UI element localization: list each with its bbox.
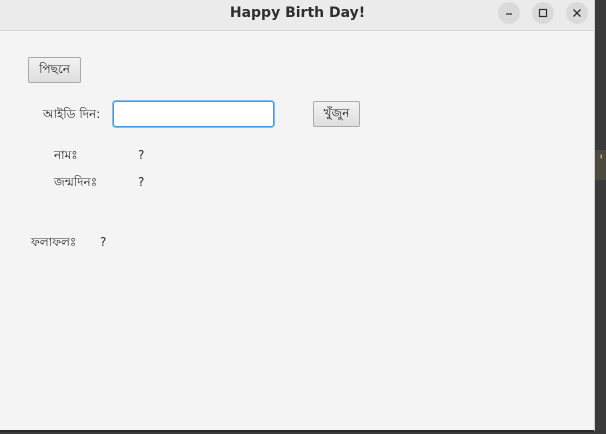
- name-value: ?: [138, 148, 145, 162]
- result-label: ফলাফলঃ: [31, 235, 77, 249]
- result-value: ?: [100, 235, 107, 249]
- id-label: আইডি দিন:: [43, 107, 101, 121]
- close-icon: [573, 9, 581, 17]
- maximize-icon: [538, 8, 548, 18]
- background-window-glyph: 'F: [597, 153, 606, 169]
- birthday-value: ?: [138, 175, 145, 189]
- name-label: নামঃ: [54, 148, 78, 162]
- back-button[interactable]: পিছনে: [28, 57, 81, 83]
- search-button[interactable]: খুঁজুন: [313, 101, 360, 127]
- minimize-icon: [506, 13, 512, 15]
- title-bar[interactable]: Happy Birth Day!: [0, 0, 594, 31]
- app-window: Happy Birth Day! পিছনে আইডি দিন: খুঁজুন …: [0, 0, 595, 432]
- minimize-button[interactable]: [498, 2, 520, 24]
- maximize-button[interactable]: [532, 2, 554, 24]
- id-input[interactable]: [113, 101, 274, 127]
- close-button[interactable]: [566, 2, 588, 24]
- birthday-label: জন্মদিনঃ: [54, 175, 98, 189]
